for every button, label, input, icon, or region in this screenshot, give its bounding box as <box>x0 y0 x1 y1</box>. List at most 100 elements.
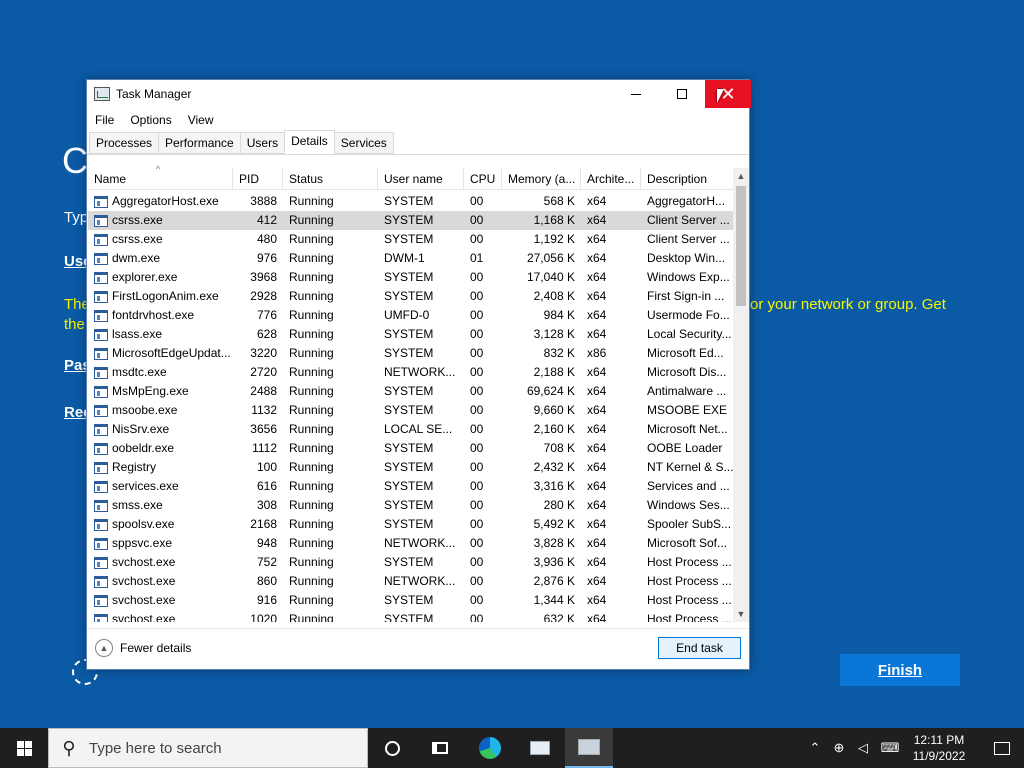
task-view-icon <box>432 742 448 754</box>
cell-pid: 776 <box>256 308 277 322</box>
table-row[interactable]: explorer.exe 3968 Running SYSTEM 00 17,040 K x… <box>88 268 733 287</box>
title-bar[interactable]: Task Manager ✕ <box>87 80 751 108</box>
scroll-thumb[interactable] <box>736 186 746 306</box>
table-row[interactable]: svchost.exe 916 Running SYSTEM 00 1,344 K x64 H… <box>88 591 733 610</box>
cell-name: svchost.exe <box>88 610 233 622</box>
system-clock[interactable]: 12:11 PM 11/9/2022 <box>902 732 976 764</box>
scroll-up-icon[interactable]: ▲ <box>733 168 749 184</box>
finish-button[interactable]: Finish <box>840 654 960 686</box>
table-row[interactable]: csrss.exe 480 Running SYSTEM 00 1,192 K x64 Cli… <box>88 230 733 249</box>
column-header-description[interactable]: Description <box>641 168 733 189</box>
cell-status: Running <box>289 346 334 360</box>
table-row[interactable]: services.exe 616 Running SYSTEM 00 3,316 K x64… <box>88 477 733 496</box>
task-manager-taskbar-button[interactable] <box>565 728 613 768</box>
cell-name: sppsvc.exe <box>88 534 233 553</box>
cell-user-name: SYSTEM <box>384 555 434 569</box>
table-row[interactable]: svchost.exe 1020 Running SYSTEM 00 632 K x64 Ho… <box>88 610 733 622</box>
table-row[interactable]: smss.exe 308 Running SYSTEM 00 280 K x64 Window… <box>88 496 733 515</box>
table-row[interactable]: dwm.exe 976 Running DWM-1 01 27,056 K x64 Deskt… <box>88 249 733 268</box>
cell-description: Desktop Win... <box>647 251 726 265</box>
tab-processes[interactable]: Processes <box>89 132 160 154</box>
fewer-details-link[interactable]: Fewer details <box>120 641 191 655</box>
table-row[interactable]: spoolsv.exe 2168 Running SYSTEM 00 5,492 K x64… <box>88 515 733 534</box>
menu-view[interactable]: View <box>180 110 222 130</box>
cell-memory: 708 K <box>543 441 575 455</box>
tab-details[interactable]: Details <box>284 130 335 153</box>
cell-memory: 3,128 K <box>533 327 575 341</box>
search-input[interactable] <box>89 739 349 757</box>
tab-services[interactable]: Services <box>333 132 394 154</box>
close-button[interactable]: ✕ <box>705 80 751 108</box>
edge-taskbar-button[interactable] <box>466 728 514 768</box>
cell-user-name: NETWORK... <box>384 536 456 550</box>
minimize-button[interactable] <box>613 80 659 108</box>
cell-user-name: SYSTEM <box>384 346 434 360</box>
cell-status: Running <box>289 194 334 208</box>
tray-overflow-button[interactable]: ⌃ <box>804 728 826 768</box>
cortana-button[interactable] <box>368 728 416 768</box>
table-row[interactable]: lsass.exe 628 Running SYSTEM 00 3,128 K x64 Loc… <box>88 325 733 344</box>
table-row[interactable]: csrss.exe 412 Running SYSTEM 00 1,168 K x64 Cli… <box>88 211 733 230</box>
cell-status: Running <box>289 232 334 246</box>
cell-architecture: x64 <box>587 536 607 550</box>
vertical-scrollbar[interactable]: ▲ ▼ <box>733 168 749 622</box>
column-header-architecture[interactable]: Archite... <box>581 168 641 189</box>
cell-cpu: 00 <box>470 441 484 455</box>
process-name: svchost.exe <box>112 555 176 569</box>
tab-divider <box>87 154 749 155</box>
cell-architecture: x64 <box>587 403 607 417</box>
column-header-status[interactable]: Status <box>283 168 378 189</box>
cell-user-name: UMFD-0 <box>384 308 430 322</box>
menu-options[interactable]: Options <box>122 110 179 130</box>
taskbar-search-box[interactable]: ⚲ <box>48 728 368 768</box>
scroll-down-icon[interactable]: ▼ <box>733 606 749 622</box>
cell-status: Running <box>289 251 334 265</box>
column-header-cpu[interactable]: CPU <box>464 168 502 189</box>
tab-performance[interactable]: Performance <box>158 132 241 154</box>
cell-memory: 1,344 K <box>533 593 575 607</box>
maximize-icon <box>677 89 687 99</box>
start-button[interactable] <box>0 728 48 768</box>
task-view-button[interactable] <box>416 728 464 768</box>
cell-description: Microsoft Net... <box>647 422 728 436</box>
table-row[interactable]: svchost.exe 752 Running SYSTEM 00 3,936 K x64 H… <box>88 553 733 572</box>
process-icon <box>94 290 108 303</box>
table-row[interactable]: oobeldr.exe 1112 Running SYSTEM 00 708 K x64 OO… <box>88 439 733 458</box>
cell-architecture: x64 <box>587 441 607 455</box>
end-task-button[interactable]: End task <box>658 637 741 659</box>
volume-tray-button[interactable]: ◁ <box>851 728 875 768</box>
msoobe-taskbar-button[interactable] <box>516 728 564 768</box>
cell-description: Host Process ... <box>647 574 732 588</box>
network-tray-button[interactable]: ⊕ <box>828 728 850 768</box>
table-row[interactable]: sppsvc.exe 948 Running NETWORK... 00 3,828 K x… <box>88 534 733 553</box>
table-row[interactable]: MicrosoftEdgeUpdat... 3220 Running SYSTEM 00… <box>88 344 733 363</box>
touch-keyboard-button[interactable]: ⌨ <box>877 728 903 768</box>
table-row[interactable]: msdtc.exe 2720 Running NETWORK... 00 2,188 K x… <box>88 363 733 382</box>
clock-date: 11/9/2022 <box>912 749 966 763</box>
menu-file[interactable]: File <box>87 110 122 130</box>
cell-status: Running <box>289 403 334 417</box>
table-row[interactable]: MsMpEng.exe 2488 Running SYSTEM 00 69,624 K x6… <box>88 382 733 401</box>
table-row[interactable]: Registry 100 Running SYSTEM 00 2,432 K x64 NT K… <box>88 458 733 477</box>
table-row[interactable]: msoobe.exe 1132 Running SYSTEM 00 9,660 K x64 M… <box>88 401 733 420</box>
maximize-button[interactable] <box>659 80 705 108</box>
cell-user-name: SYSTEM <box>384 213 434 227</box>
table-row[interactable]: fontdrvhost.exe 776 Running UMFD-0 00 984 K x6… <box>88 306 733 325</box>
tab-users[interactable]: Users <box>239 132 286 154</box>
cell-user-name: SYSTEM <box>384 327 434 341</box>
chevron-up-icon[interactable]: ▲ <box>95 639 113 657</box>
cell-status: Running <box>289 213 334 227</box>
table-row[interactable]: svchost.exe 860 Running NETWORK... 00 2,876 K… <box>88 572 733 591</box>
cell-status: Running <box>289 517 334 531</box>
cell-architecture: x64 <box>587 479 607 493</box>
cell-name: lsass.exe <box>88 325 233 344</box>
cell-pid: 3220 <box>250 346 277 360</box>
action-center-button[interactable] <box>980 728 1024 768</box>
column-header-user-name[interactable]: User name <box>378 168 464 189</box>
table-row[interactable]: AggregatorHost.exe 3888 Running SYSTEM 00 568… <box>88 192 733 211</box>
column-header-pid[interactable]: PID <box>233 168 283 189</box>
column-header-name[interactable]: Name <box>88 168 233 189</box>
column-header-memory[interactable]: Memory (a... <box>502 168 581 189</box>
table-row[interactable]: FirstLogonAnim.exe 2928 Running SYSTEM 00 2,4… <box>88 287 733 306</box>
table-row[interactable]: NisSrv.exe 3656 Running LOCAL SE... 00 2,160 … <box>88 420 733 439</box>
